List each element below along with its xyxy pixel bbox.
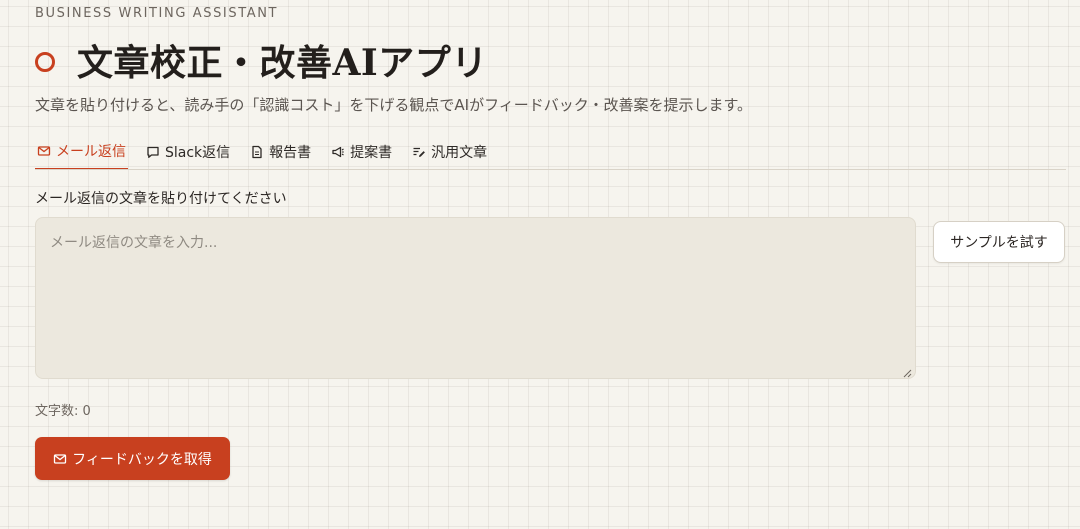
app-eyebrow: BUSINESS WRITING ASSISTANT xyxy=(35,6,279,21)
tab-email-reply[interactable]: メール返信 xyxy=(35,134,128,170)
ring-icon xyxy=(35,52,55,72)
char-count: 文字数: 0 xyxy=(35,404,91,419)
tab-label: Slack返信 xyxy=(165,145,231,161)
text-input-area[interactable]: メール返信の文章を入力... xyxy=(35,217,916,379)
edit-lines-icon xyxy=(412,145,426,159)
tab-label: メール返信 xyxy=(56,144,126,160)
mail-icon xyxy=(37,144,51,158)
tab-label: 報告書 xyxy=(269,145,312,161)
get-feedback-button[interactable]: フィードバックを取得 xyxy=(35,437,230,480)
document-icon xyxy=(250,145,264,159)
page-subtitle: 文章を貼り付けると、読み手の「認識コスト」を下げる観点でAIがフィードバック・改… xyxy=(35,96,752,114)
text-input-placeholder: メール返信の文章を入力... xyxy=(50,235,218,251)
tab-proposal[interactable]: 提案書 xyxy=(329,134,394,170)
tab-general-text[interactable]: 汎用文章 xyxy=(410,134,489,170)
tab-divider xyxy=(35,169,1066,170)
try-sample-button[interactable]: サンプルを試す xyxy=(933,221,1065,263)
tab-label: 提案書 xyxy=(350,145,393,161)
tab-label: 汎用文章 xyxy=(431,145,488,161)
chat-bubble-icon xyxy=(146,145,160,159)
title-row: 文章校正・改善AIアプリ xyxy=(35,34,488,86)
megaphone-icon xyxy=(331,145,345,159)
tab-bar: メール返信 Slack返信 報告書 提案書 汎用文章 xyxy=(35,134,505,170)
tab-slack-reply[interactable]: Slack返信 xyxy=(144,134,232,170)
text-input-label: メール返信の文章を貼り付けてください xyxy=(35,191,287,207)
mail-icon xyxy=(53,452,67,466)
get-feedback-label: フィードバックを取得 xyxy=(72,451,212,468)
tab-report[interactable]: 報告書 xyxy=(248,134,313,170)
resize-handle-icon[interactable] xyxy=(903,366,912,378)
page-title: 文章校正・改善AIアプリ xyxy=(77,42,488,84)
